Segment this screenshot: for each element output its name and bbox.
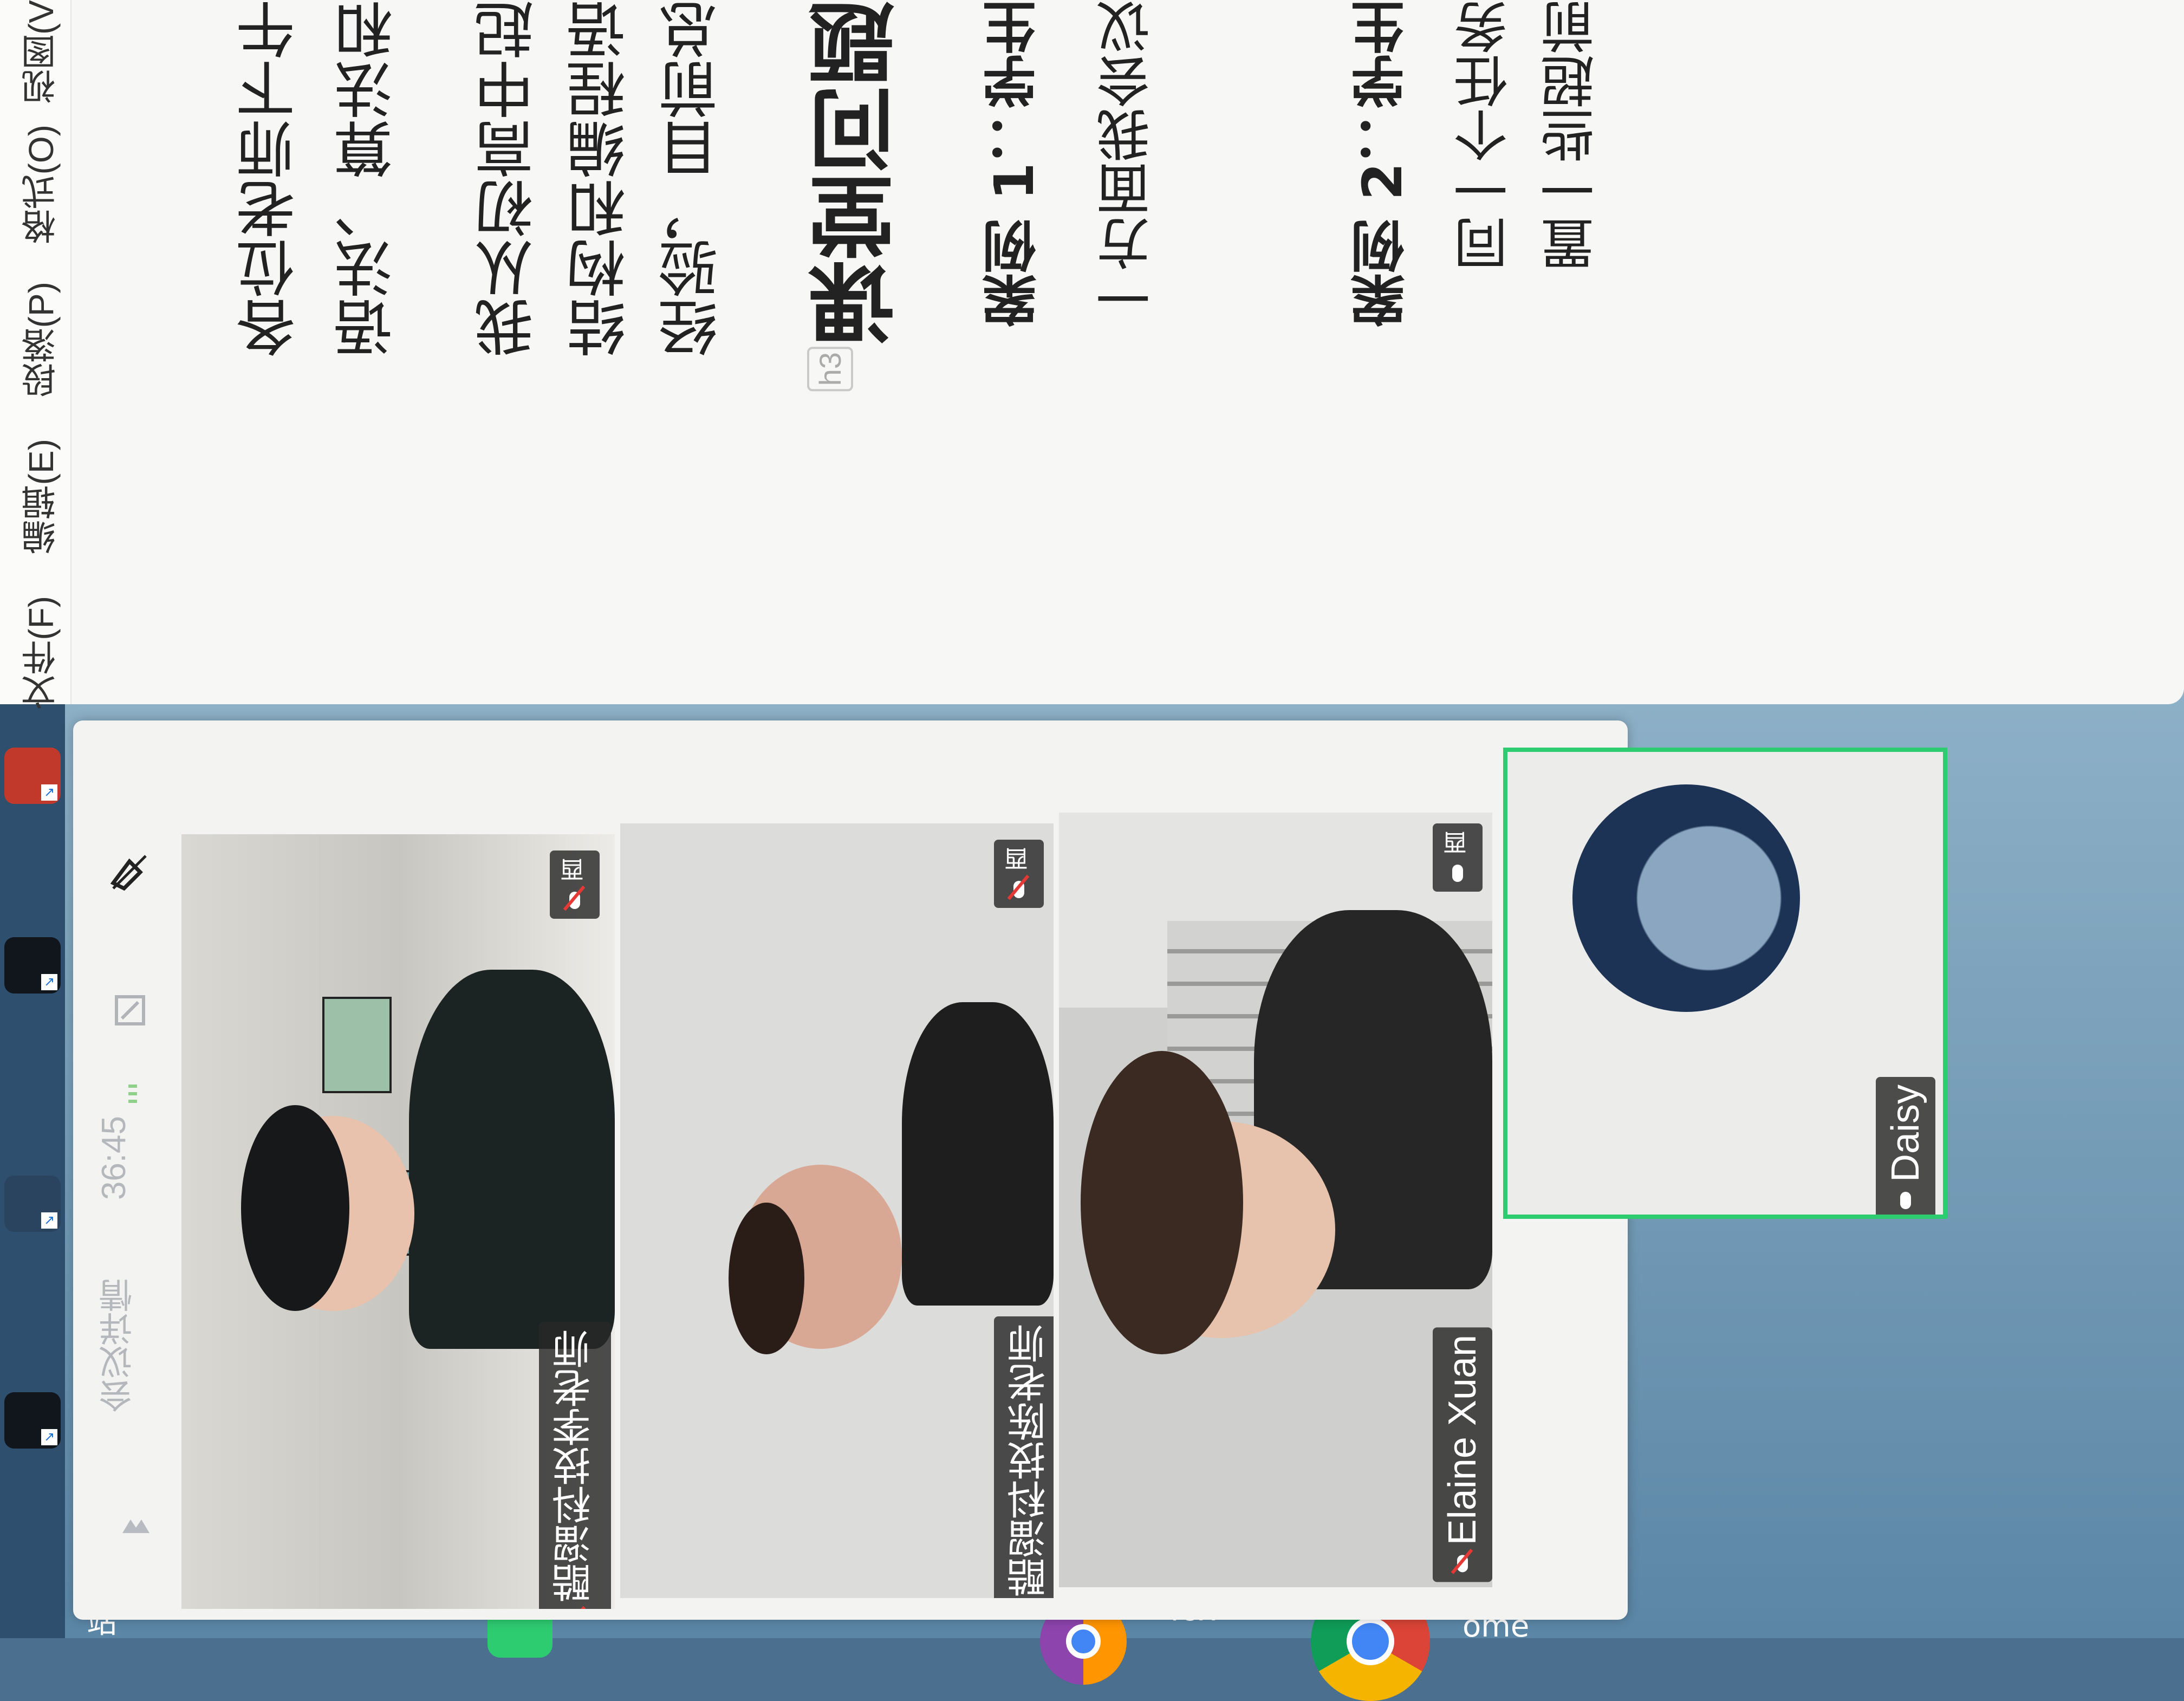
side-tag-text: 酉 xyxy=(1005,847,1032,871)
doc-paragraph-line: 同一个任务 xyxy=(1454,0,1517,271)
shortcut-arrow-icon: ↗ xyxy=(41,1212,57,1229)
menu-view[interactable]: 视图(V xyxy=(16,0,66,104)
menu-paragraph[interactable]: 段落(P) xyxy=(16,282,66,397)
mic-on-icon xyxy=(1894,1187,1917,1211)
wall-painting xyxy=(322,997,392,1093)
participant-name: Daisy xyxy=(1884,1085,1927,1183)
meeting-timer: 36:45 xyxy=(95,1116,133,1200)
mic-muted-icon xyxy=(1007,877,1031,900)
video-tile-participant-4[interactable]: Daisy xyxy=(1503,748,1947,1219)
doc-case-heading: 案例 1：学生 xyxy=(983,0,1046,328)
signal-strength-icon xyxy=(127,1078,138,1111)
participant-name-tag: Daisy xyxy=(1876,1077,1935,1215)
annotate-pen-icon[interactable] xyxy=(108,851,151,894)
participant-name-tag: 酷溜科技陈老师 xyxy=(994,1316,1054,1598)
participant-name: 酷溜科技李老师 xyxy=(554,1329,597,1602)
popout-icon[interactable] xyxy=(111,991,149,1029)
shortcut-arrow-icon: ↗ xyxy=(41,974,57,990)
doc-paragraph-line: 经验，目前总 xyxy=(659,0,728,358)
menu-format[interactable]: 格式(O) xyxy=(16,125,66,244)
doc-paragraph-line: 结构和编程语 xyxy=(567,0,636,358)
app-shortcut-icon[interactable]: ↗ xyxy=(4,1392,61,1449)
shortcut-arrow-icon: ↗ xyxy=(41,1429,57,1445)
menu-bar: 文件(F) 编辑(E) 段落(P) 格式(O) 视图(V xyxy=(0,0,72,710)
doc-paragraph-line: 各位老师下午 xyxy=(236,0,306,358)
meeting-details-link[interactable]: 会议详情 xyxy=(95,1278,144,1413)
app-shortcut-icon[interactable]: ↗ xyxy=(4,748,61,804)
doc-heading: 课堂问题 xyxy=(808,0,909,347)
participant-name: Elaine Xuan xyxy=(1441,1335,1484,1546)
side-tag: 酉 xyxy=(994,840,1044,908)
menu-edit[interactable]: 编辑(E) xyxy=(16,439,66,554)
meeting-logo-icon xyxy=(120,1511,152,1544)
person-hair xyxy=(729,1203,804,1354)
person-body xyxy=(409,970,615,1349)
doc-paragraph-line: 我从初高中起 xyxy=(474,0,544,358)
document-window: 文件(F) 编辑(E) 段落(P) 格式(O) 视图(V h3 各位老师下午 语… xyxy=(0,0,2184,710)
person-hair xyxy=(1081,1051,1243,1354)
person-hair xyxy=(241,1105,349,1311)
doc-case-heading: 案例 2：学生 xyxy=(1351,0,1414,328)
doc-paragraph-line: 语法、算法和 xyxy=(334,0,403,358)
app-shortcut-icon[interactable]: ↗ xyxy=(4,1176,61,1232)
side-tag-text: 酉 xyxy=(561,858,588,882)
doc-paragraph-line: 置一些超前 xyxy=(1540,0,1604,271)
h3-heading-tag: h3 xyxy=(807,347,853,392)
participant-name-tag: 酷溜科技李老师 xyxy=(539,1322,611,1609)
video-tile-participant-3[interactable]: Elaine Xuan 酉 xyxy=(1059,813,1492,1587)
mic-on-icon xyxy=(1446,860,1470,884)
mic-muted-icon xyxy=(563,1608,587,1609)
mic-muted-icon xyxy=(563,887,587,911)
video-tile-participant-2[interactable]: 酷溜科技陈老师 酉 xyxy=(620,823,1054,1598)
shortcut-arrow-icon: ↗ xyxy=(41,784,57,801)
meeting-header: 会议详情 36:45 xyxy=(73,720,154,1620)
participant-name-tag: Elaine Xuan xyxy=(1433,1327,1492,1582)
doc-paragraph-line: 一方面我会议 xyxy=(1096,0,1160,325)
person-body xyxy=(902,1002,1054,1306)
video-tile-participant-1[interactable]: 酷溜科技李老师 酉 xyxy=(181,834,615,1609)
side-tag: 酉 xyxy=(1433,823,1483,892)
app-shortcut-icon[interactable]: ↗ xyxy=(4,937,61,994)
participant-name: 酷溜科技陈老师 xyxy=(1009,1324,1052,1597)
mic-muted-icon xyxy=(1451,1550,1474,1574)
moon-avatar xyxy=(1572,784,1800,1012)
side-tag-text: 酉 xyxy=(1444,831,1471,855)
meeting-window: 会议详情 36:45 酷溜科技李老师 酉 酷溜科技陈老师 酉 Elaine Xu… xyxy=(73,720,1947,1620)
menu-file[interactable]: 文件(F) xyxy=(16,596,66,710)
side-tag: 酉 xyxy=(550,851,600,919)
